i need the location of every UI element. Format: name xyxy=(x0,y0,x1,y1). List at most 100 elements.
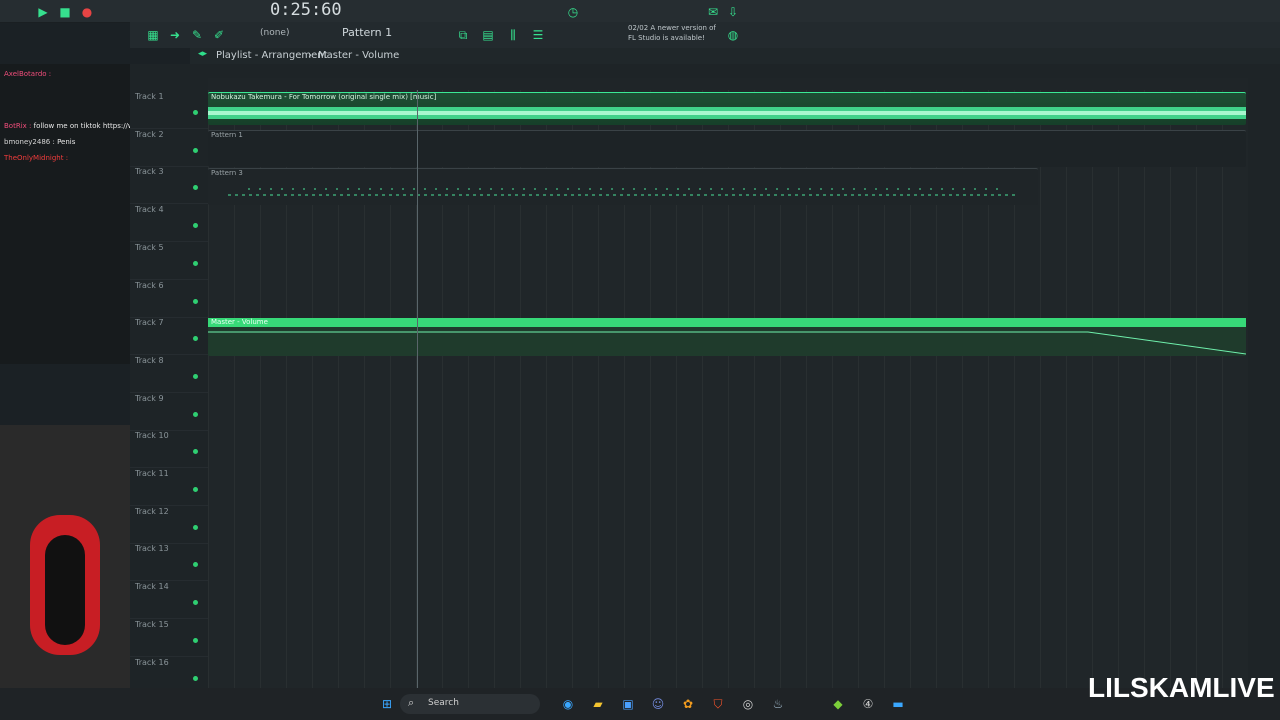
automation-curve xyxy=(208,331,1246,355)
pattern-selector[interactable]: Pattern 1 xyxy=(342,26,392,39)
fl-studio-icon[interactable]: ✿ xyxy=(679,695,697,713)
track-header[interactable]: Track 14 xyxy=(130,580,208,620)
brave-icon[interactable]: ⛉ xyxy=(709,695,727,713)
track-mute-led[interactable] xyxy=(193,110,198,115)
pattern3-clip[interactable]: Pattern 3 xyxy=(208,168,1038,205)
search-placeholder: Search xyxy=(428,698,459,708)
taskbar-search[interactable]: ⌕ Search xyxy=(400,694,540,714)
track-label: Track 2 xyxy=(135,129,164,139)
track-mute-led[interactable] xyxy=(193,637,198,643)
obs-icon[interactable]: ◎ xyxy=(739,695,757,713)
track-header[interactable]: Track 7 xyxy=(130,316,208,356)
browser-icon[interactable]: ☰ xyxy=(529,26,547,44)
windows-start-icon[interactable]: ⊞ xyxy=(378,695,396,713)
chrome-icon[interactable]: ◉ xyxy=(559,695,577,713)
chat-user: AxelBotardo : xyxy=(4,70,52,78)
store-icon[interactable]: ▣ xyxy=(619,695,637,713)
channel-rack-icon[interactable]: ⫼ xyxy=(504,26,522,44)
track-mute-led[interactable] xyxy=(193,600,198,606)
chat-line: TheOnlyMidnight : xyxy=(4,154,68,162)
track-header[interactable]: Track 3 xyxy=(130,165,208,205)
chat-user: TheOnlyMidnight : xyxy=(4,154,69,162)
track-mute-led[interactable] xyxy=(193,298,198,304)
track-mute-led[interactable] xyxy=(193,675,198,681)
chat-user: BotRix : xyxy=(4,122,32,130)
track-header[interactable]: Track 8 xyxy=(130,354,208,393)
track-label: Track 4 xyxy=(135,205,164,215)
playhead[interactable] xyxy=(417,90,418,690)
track-label: Track 6 xyxy=(135,280,164,290)
track-label: Track 16 xyxy=(135,657,169,667)
breadcrumb-target: Master - Volume xyxy=(318,50,400,61)
track-header[interactable]: Track 9 xyxy=(130,392,208,431)
track-header[interactable]: Track 5 xyxy=(130,241,208,280)
brush-icon[interactable]: ✐ xyxy=(210,26,228,44)
track-mute-led[interactable] xyxy=(193,147,198,153)
track-mute-led[interactable] xyxy=(193,260,198,266)
app-icon[interactable]: ▬ xyxy=(889,695,907,713)
discord-icon[interactable]: ☺ xyxy=(649,695,667,713)
record-icon[interactable]: ● xyxy=(78,3,96,21)
song-time: 0:25:60 xyxy=(270,0,342,20)
chat-icon[interactable]: ✉ xyxy=(704,3,722,21)
track-mute-led[interactable] xyxy=(193,411,198,417)
mixer-icon[interactable]: ⧉ xyxy=(454,26,472,44)
track-mute-led[interactable] xyxy=(193,487,198,492)
tempo-icon[interactable]: ◷ xyxy=(564,3,582,21)
search-icon: ⌕ xyxy=(408,696,415,709)
stop-icon[interactable]: ■ xyxy=(56,3,74,21)
app-icon[interactable]: ◆ xyxy=(829,695,847,713)
arrow-icon[interactable]: ➜ xyxy=(166,26,184,44)
pattern1-clip[interactable]: Pattern 1 xyxy=(208,130,1246,167)
track-header[interactable]: Track 12 xyxy=(130,505,208,544)
track-header[interactable]: Track 4 xyxy=(130,203,208,243)
track-label: Track 14 xyxy=(135,582,169,592)
track-label: Track 7 xyxy=(135,318,164,328)
audio-clip[interactable]: Nobukazu Takemura - For Tomorrow (origin… xyxy=(208,92,1246,125)
track-label: Track 11 xyxy=(135,469,169,478)
track-mute-led[interactable] xyxy=(193,336,198,342)
toolbar: ▦ ➜ ✎ ✐ (none) Pattern 1 ⧉ ▤ ⫼ ☰ 02/02 A… xyxy=(130,22,1280,48)
webcam-overlay xyxy=(0,425,130,690)
app-icon[interactable]: ④ xyxy=(859,695,877,713)
track-label: Track 1 xyxy=(135,92,164,101)
track-header[interactable]: Track 11 xyxy=(130,467,208,506)
update-notice-line2[interactable]: FL Studio is available! xyxy=(628,34,705,42)
track-label: Track 9 xyxy=(135,393,164,403)
pencil-icon[interactable]: ✎ xyxy=(188,26,206,44)
track-label: Track 3 xyxy=(135,167,164,177)
stream-chat: AxelBotardo : BotRix : follow me on tikt… xyxy=(0,64,230,364)
update-notice-line1[interactable]: 02/02 A newer version of xyxy=(628,24,716,32)
steam-icon[interactable]: ♨ xyxy=(769,695,787,713)
track-header[interactable]: Track 2 xyxy=(130,128,208,167)
play-icon[interactable]: ▶ xyxy=(34,3,52,21)
automation-clip[interactable]: Master - Volume xyxy=(208,318,1246,356)
track-mute-led[interactable] xyxy=(193,449,198,455)
track-header[interactable]: Track 6 xyxy=(130,279,208,318)
arrangement-grid[interactable]: Nobukazu Takemura - For Tomorrow (origin… xyxy=(208,90,1248,690)
track-label: Track 15 xyxy=(135,619,169,629)
track-mute-led[interactable] xyxy=(193,223,198,229)
transport-bar: ▶ ■ ● 0:25:60 ◷ ✉ ⇩ xyxy=(0,0,1280,23)
track-mute-led[interactable] xyxy=(193,185,198,191)
track-header[interactable]: Track 13 xyxy=(130,542,208,582)
globe-icon[interactable]: ◍ xyxy=(724,26,742,44)
preset-selector[interactable]: (none) xyxy=(260,28,289,38)
pattern1-clip-label: Pattern 1 xyxy=(211,131,243,139)
audio-clip-label: Nobukazu Takemura - For Tomorrow (origin… xyxy=(211,93,437,101)
file-explorer-icon[interactable]: ▰ xyxy=(589,695,607,713)
piano-roll-icon[interactable]: ▤ xyxy=(479,26,497,44)
timeline-ruler[interactable] xyxy=(208,78,1248,90)
breadcrumb-sep: › xyxy=(308,50,312,61)
track-header[interactable]: Track 15 xyxy=(130,618,208,657)
playlist-arrow-icon: ◂▸ xyxy=(198,49,208,59)
track-label: Track 12 xyxy=(135,506,169,516)
track-mute-led[interactable] xyxy=(193,562,198,568)
track-header[interactable]: Track 10 xyxy=(130,429,208,469)
track-header[interactable]: Track 1 xyxy=(130,90,208,129)
track-mute-led[interactable] xyxy=(193,524,198,530)
breadcrumb: ◂▸ Playlist - Arrangement › Master - Vol… xyxy=(190,48,1280,64)
track-mute-led[interactable] xyxy=(193,373,198,379)
download-icon[interactable]: ⇩ xyxy=(724,3,742,21)
playlist-icon[interactable]: ▦ xyxy=(144,26,162,44)
